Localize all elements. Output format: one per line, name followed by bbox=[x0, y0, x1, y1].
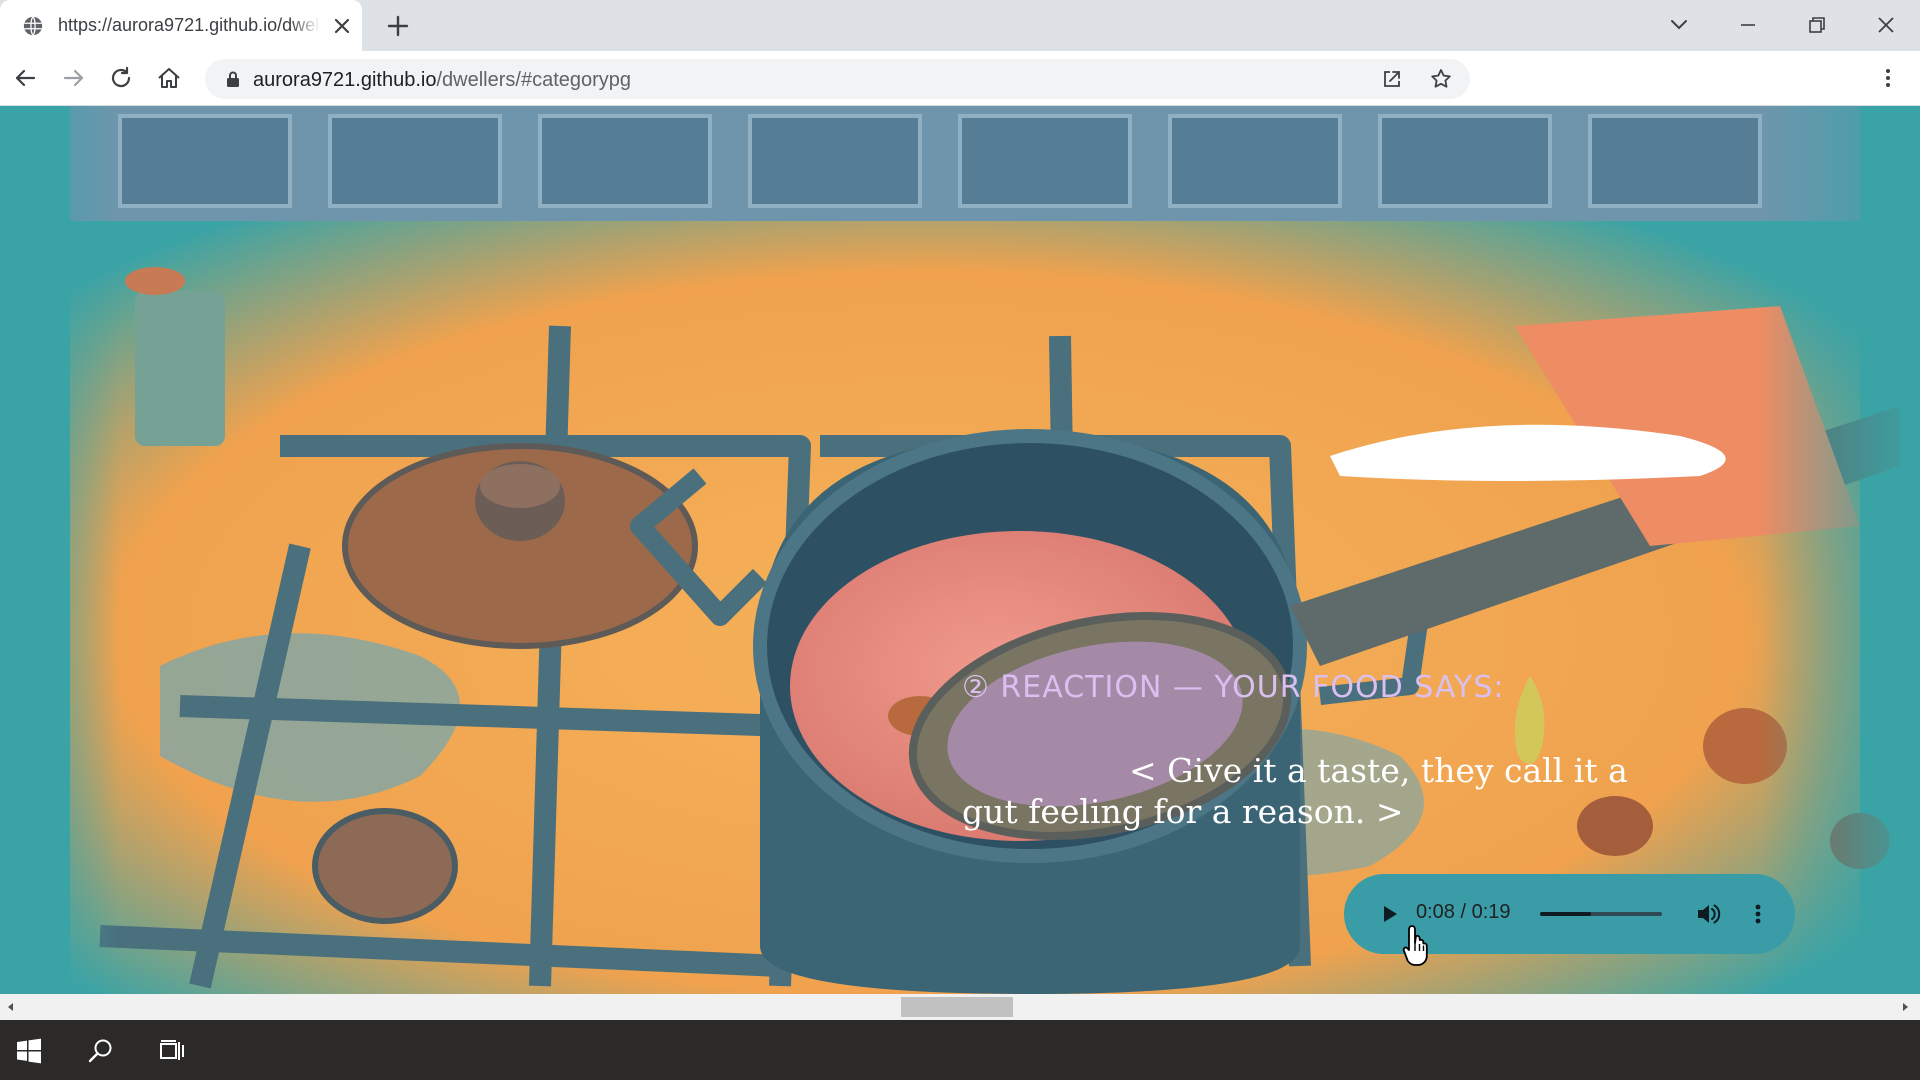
play-icon[interactable] bbox=[1377, 902, 1401, 926]
globe-icon bbox=[23, 16, 43, 36]
close-window-icon[interactable] bbox=[1871, 10, 1901, 40]
reload-icon[interactable] bbox=[106, 63, 136, 93]
windows-start-icon[interactable] bbox=[14, 1036, 44, 1066]
browser-toolbar: aurora9721.github.io/dwellers/#categoryp… bbox=[0, 51, 1920, 106]
search-icon[interactable] bbox=[86, 1036, 116, 1066]
minimize-icon[interactable] bbox=[1733, 10, 1763, 40]
home-icon[interactable] bbox=[154, 63, 184, 93]
scroll-right-arrow-icon[interactable] bbox=[1898, 1000, 1912, 1014]
tab-search-chevron-icon[interactable] bbox=[1664, 10, 1694, 40]
browser-tab-strip: https://aurora9721.github.io/dwellers/#c… bbox=[0, 0, 1920, 51]
audio-time: 0:08 / 0:19 bbox=[1416, 901, 1511, 923]
horizontal-scrollbar[interactable] bbox=[0, 994, 1920, 1020]
audio-seek-slider[interactable] bbox=[1540, 912, 1662, 916]
share-icon[interactable] bbox=[1380, 67, 1404, 91]
close-tab-icon[interactable] bbox=[330, 14, 354, 38]
url-path: /dwellers/#categorypg bbox=[436, 69, 632, 91]
new-tab-icon[interactable] bbox=[384, 12, 412, 40]
address-bar[interactable]: aurora9721.github.io/dwellers/#categoryp… bbox=[205, 59, 1470, 99]
scroll-left-arrow-icon[interactable] bbox=[4, 1000, 18, 1014]
url-domain: aurora9721.github.io bbox=[253, 69, 437, 91]
url-text[interactable]: aurora9721.github.io/dwellers/#categoryp… bbox=[253, 69, 631, 92]
hand-pointer-cursor-icon bbox=[1402, 925, 1428, 966]
volume-icon[interactable] bbox=[1694, 900, 1722, 928]
active-tab[interactable]: https://aurora9721.github.io/dwellers/#c… bbox=[0, 0, 362, 51]
page-viewport: ② REACTION — YOUR FOOD SAYS: < Give it a… bbox=[0, 106, 1920, 994]
reaction-quote: < Give it a taste, they call it a gut fe… bbox=[962, 751, 1628, 831]
audio-seek-progress bbox=[1540, 912, 1591, 916]
windows-taskbar bbox=[0, 1020, 1920, 1080]
back-arrow-icon[interactable] bbox=[10, 63, 40, 93]
lock-icon[interactable] bbox=[223, 69, 243, 89]
restore-icon[interactable] bbox=[1802, 10, 1832, 40]
more-vert-icon[interactable] bbox=[1744, 900, 1772, 928]
reaction-label: ② REACTION — YOUR FOOD SAYS: bbox=[962, 670, 1505, 705]
bookmark-star-icon[interactable] bbox=[1429, 67, 1453, 91]
task-view-icon[interactable] bbox=[157, 1036, 187, 1066]
forward-arrow-icon[interactable] bbox=[59, 63, 89, 93]
stovetop-illustration bbox=[0, 106, 1920, 994]
tab-title: https://aurora9721.github.io/dwellers/#c… bbox=[58, 15, 320, 36]
scrollbar-thumb[interactable] bbox=[901, 997, 1013, 1017]
browser-menu-icon[interactable] bbox=[1873, 63, 1903, 93]
